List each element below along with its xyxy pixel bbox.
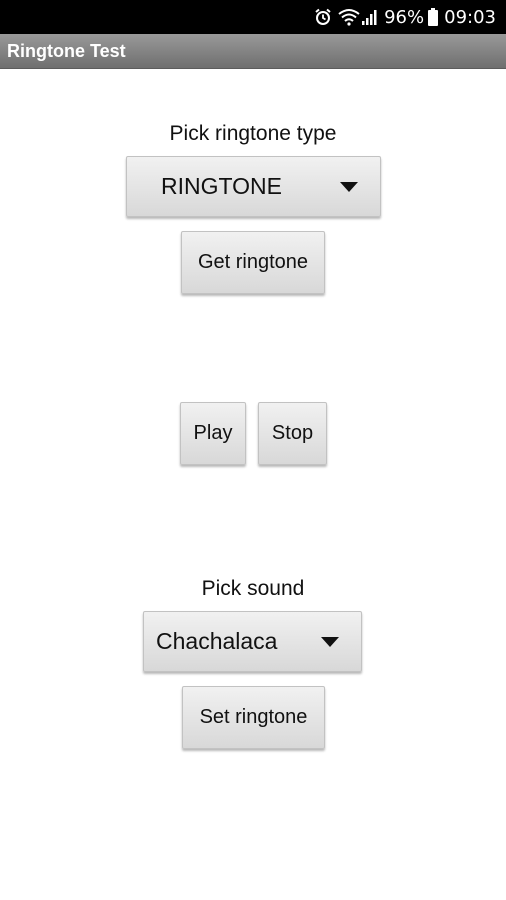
sound-dropdown[interactable]: Chachalaca	[143, 611, 362, 672]
app-title: Ringtone Test	[7, 41, 126, 61]
battery-icon	[428, 8, 439, 26]
alarm-icon	[314, 8, 332, 26]
signal-icon	[362, 8, 378, 26]
app-title-bar: Ringtone Test	[0, 34, 506, 69]
stop-button[interactable]: Stop	[258, 402, 327, 465]
get-ringtone-button[interactable]: Get ringtone	[181, 231, 325, 294]
chevron-down-icon	[321, 636, 339, 647]
wifi-icon	[338, 8, 360, 26]
ringtone-type-dropdown[interactable]: RINGTONE	[126, 156, 381, 217]
sound-selected: Chachalaca	[156, 628, 278, 654]
chevron-down-icon	[340, 181, 358, 192]
clock: 09:03	[444, 6, 496, 28]
ringtone-type-label: Pick ringtone type	[169, 122, 337, 145]
play-button[interactable]: Play	[180, 402, 246, 465]
sound-label: Pick sound	[201, 577, 305, 600]
ringtone-type-selected: RINGTONE	[161, 173, 282, 199]
battery-percent: 96%	[384, 6, 425, 28]
set-ringtone-button[interactable]: Set ringtone	[182, 686, 325, 749]
status-bar: 96% 09:03	[0, 0, 506, 34]
